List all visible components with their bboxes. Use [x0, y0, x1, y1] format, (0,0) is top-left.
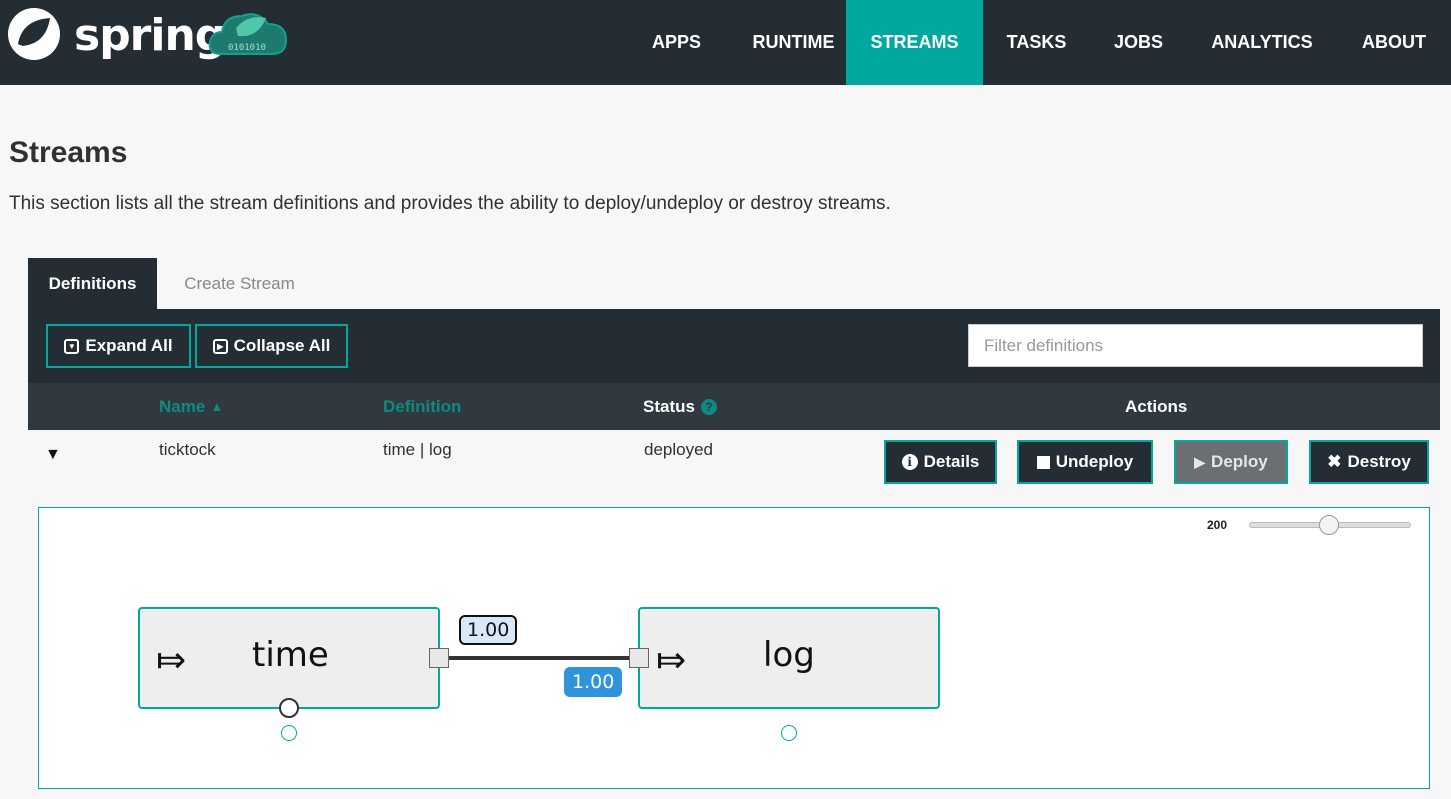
collapse-icon: ▶ — [212, 338, 228, 354]
expand-all-button[interactable]: ▼ Expand All — [46, 324, 191, 368]
details-button[interactable]: i Details — [884, 440, 997, 484]
graph-node-log-label: log — [763, 635, 815, 675]
zoom-slider-handle[interactable] — [1318, 515, 1339, 535]
column-header-actions: Actions — [1125, 396, 1188, 416]
details-label: Details — [923, 452, 980, 471]
page-title: Streams — [9, 136, 128, 169]
stream-graph-canvas[interactable]: 200 ⤇ time ⤇ log 1.00 1.00 — [38, 507, 1430, 789]
column-name-label: Name — [159, 396, 206, 416]
undeploy-button[interactable]: Undeploy — [1017, 440, 1153, 484]
definitions-toolbar: ▼ Expand All ▶ Collapse All — [28, 309, 1440, 383]
expand-icon: ▼ — [64, 338, 80, 354]
zoom-level: 200 — [1207, 518, 1228, 532]
filter-definitions-input[interactable] — [968, 324, 1423, 367]
stream-status: deployed — [644, 440, 714, 459]
help-icon[interactable]: ? — [700, 398, 717, 415]
graph-node-log[interactable]: ⤇ log — [638, 607, 940, 709]
top-navbar: spring 0101010 APPS RUNTIME STREAMS TASK… — [0, 0, 1451, 85]
spring-leaf-icon — [8, 8, 60, 60]
sink-arrow-icon: ⤇ — [656, 639, 687, 680]
node-time-bottom-handle[interactable] — [279, 698, 299, 718]
column-status-label: Status — [643, 396, 695, 416]
nav-jobs[interactable]: JOBS — [1090, 0, 1187, 85]
link-target-rate-badge: 1.00 — [564, 667, 623, 697]
collapse-all-button[interactable]: ▶ Collapse All — [195, 324, 348, 368]
stop-icon — [1036, 455, 1050, 469]
collapse-all-label: Collapse All — [233, 336, 331, 355]
node-log-tap-port[interactable] — [781, 725, 797, 741]
column-header-name[interactable]: Name ▲ — [159, 383, 223, 430]
stream-name: ticktock — [159, 440, 216, 459]
nav-about[interactable]: ABOUT — [1337, 0, 1451, 85]
nav-streams[interactable]: STREAMS — [846, 0, 983, 85]
table-header: Name ▲ Definition Status ? Actions — [28, 383, 1440, 430]
nav-apps[interactable]: APPS — [612, 0, 741, 85]
deploy-label: Deploy — [1211, 452, 1268, 471]
deploy-button[interactable]: ▶ Deploy — [1174, 440, 1288, 484]
nav-analytics[interactable]: ANALYTICS — [1187, 0, 1337, 85]
node-time-tap-port[interactable] — [281, 725, 297, 741]
play-icon: ▶ — [1194, 453, 1206, 470]
main-nav: APPS RUNTIME STREAMS TASKS JOBS ANALYTIC… — [612, 0, 1451, 85]
info-icon: i — [901, 454, 918, 470]
row-expand-toggle-icon[interactable]: ▼ — [45, 446, 61, 464]
graph-node-time-label: time — [252, 635, 329, 675]
expand-all-label: Expand All — [85, 336, 173, 355]
destroy-label: Destroy — [1347, 452, 1411, 471]
brand-name: spring — [74, 10, 226, 61]
column-header-definition[interactable]: Definition — [383, 383, 461, 430]
column-header-status: Status ? — [643, 383, 717, 430]
graph-link[interactable] — [449, 656, 640, 660]
link-source-rate-badge: 1.00 — [459, 615, 518, 645]
input-port[interactable] — [629, 648, 649, 668]
nav-runtime[interactable]: RUNTIME — [741, 0, 846, 85]
graph-node-time[interactable]: ⤇ time — [138, 607, 440, 709]
destroy-button[interactable]: ✖ Destroy — [1309, 440, 1429, 484]
sort-ascending-icon: ▲ — [210, 399, 224, 414]
output-port[interactable] — [429, 648, 449, 668]
nav-tasks[interactable]: TASKS — [983, 0, 1090, 85]
tab-definitions[interactable]: Definitions — [28, 258, 157, 309]
source-arrow-icon: ⤇ — [156, 639, 187, 680]
undeploy-label: Undeploy — [1055, 452, 1134, 471]
tab-create-stream[interactable]: Create Stream — [157, 258, 322, 309]
svg-text:0101010: 0101010 — [228, 43, 266, 53]
spring-logo[interactable]: spring 0101010 — [4, 4, 294, 64]
cloud-badge-icon: 0101010 — [208, 13, 288, 55]
close-icon: ✖ — [1327, 452, 1342, 471]
stream-definition: time | log — [383, 440, 452, 459]
page-description: This section lists all the stream defini… — [9, 193, 891, 214]
